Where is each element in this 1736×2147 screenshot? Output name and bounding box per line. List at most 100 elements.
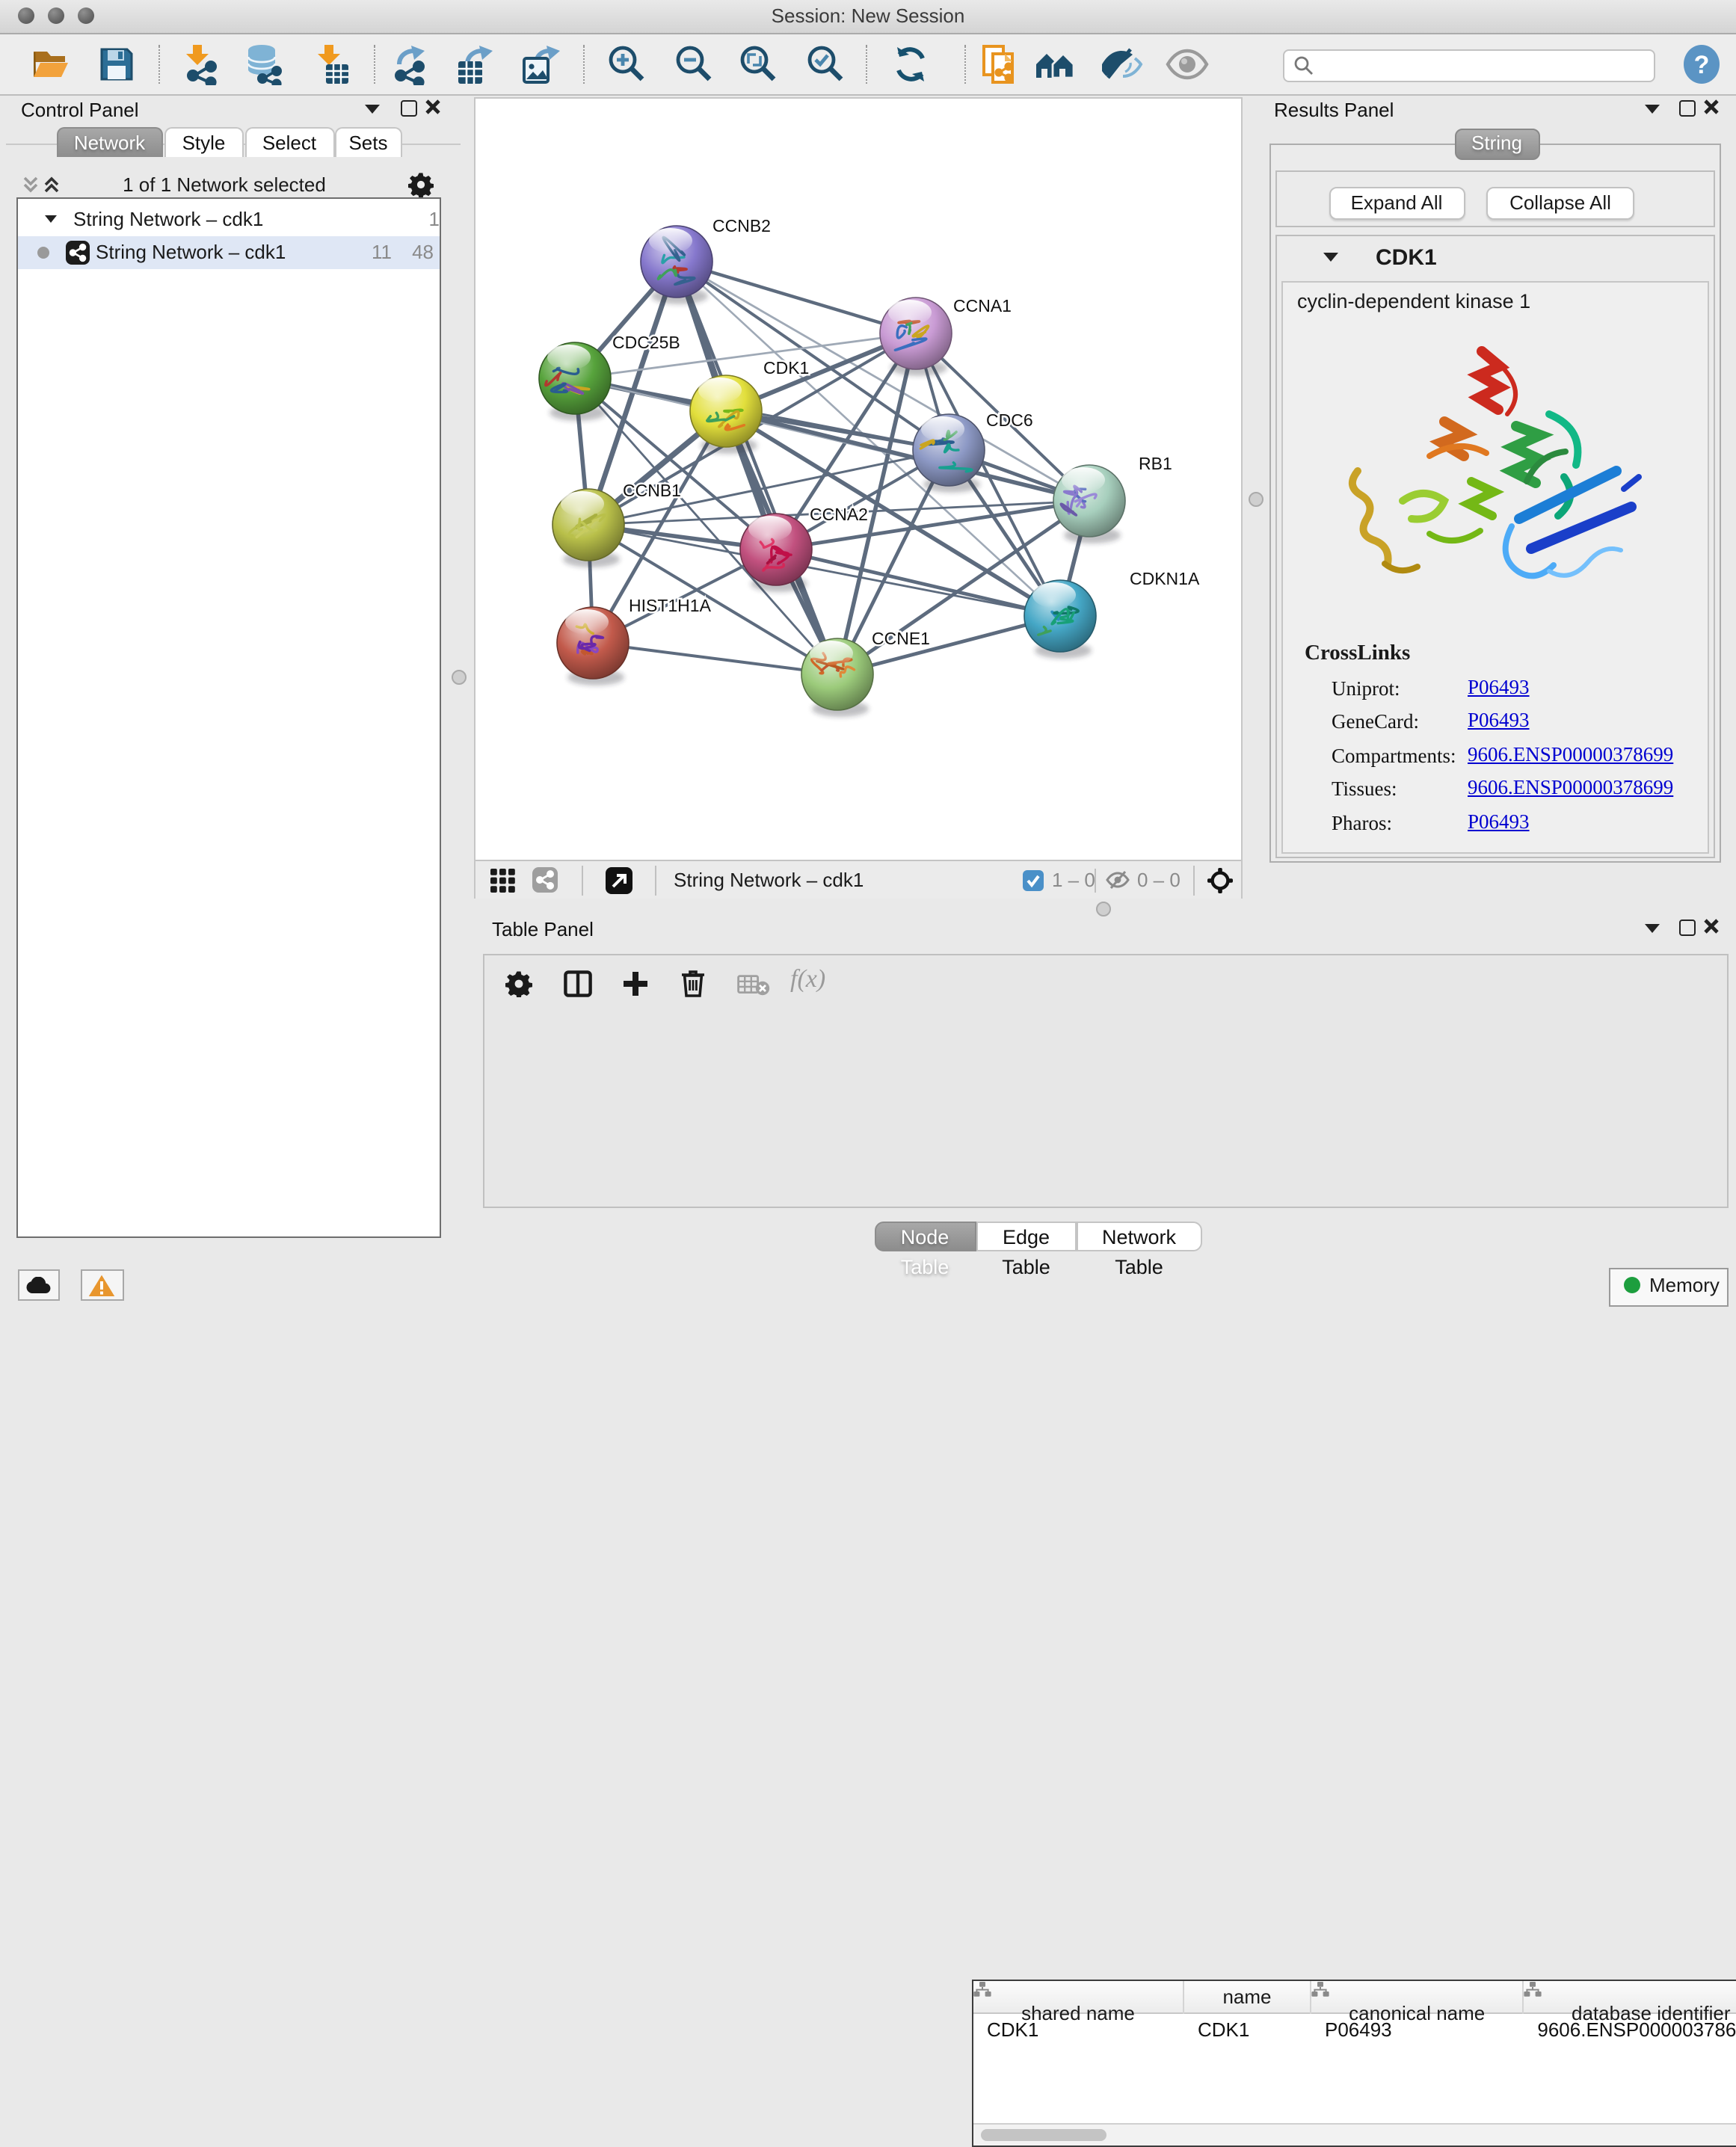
- node-RB1[interactable]: RB1: [1053, 454, 1172, 543]
- results-panel-close-icon[interactable]: [1703, 99, 1720, 115]
- tab-select[interactable]: Select: [244, 126, 334, 156]
- results-panel-float-icon[interactable]: [1645, 105, 1660, 114]
- column-header-sharedname[interactable]: shared name: [973, 1981, 1184, 2014]
- cell-databaseidentifier[interactable]: 9606.ENSP00000378699: [1524, 2014, 1736, 2047]
- node-HIST1H1A[interactable]: HIST1H1A: [556, 596, 711, 686]
- delete-column-icon[interactable]: [680, 968, 705, 997]
- horizontal-scrollbar[interactable]: [973, 2123, 1736, 2146]
- node-CCNA2[interactable]: CCNA2: [739, 505, 867, 592]
- zoom-out-icon[interactable]: [674, 45, 712, 84]
- svg-text:?: ?: [1694, 51, 1710, 79]
- node-table[interactable]: shared namenamecanonical namedatabase id…: [972, 1980, 1736, 2147]
- crosslink-value[interactable]: 9606.ENSP00000378699: [1468, 742, 1673, 766]
- edge-CDK1-RB1[interactable]: [725, 411, 1089, 501]
- control-panel-maximize-icon[interactable]: [401, 100, 417, 117]
- zoom-fit-icon[interactable]: [738, 45, 777, 84]
- splitter-handle[interactable]: [1096, 901, 1111, 916]
- export-table-icon[interactable]: [455, 43, 496, 85]
- node-CDKN1A[interactable]: CDKN1A: [1024, 569, 1199, 659]
- table-settings-gear-icon[interactable]: [505, 970, 532, 997]
- cell-name[interactable]: CDK1: [1184, 2014, 1311, 2047]
- expand-all-button[interactable]: Expand All: [1329, 186, 1465, 219]
- disclosure-triangle-icon[interactable]: [45, 215, 57, 223]
- export-image-icon[interactable]: [521, 43, 561, 85]
- houses-icon[interactable]: [1033, 46, 1078, 82]
- tab-network[interactable]: Network: [56, 126, 163, 156]
- collapse-all-button[interactable]: Collapse All: [1486, 186, 1634, 219]
- collapse-all-tree-icon[interactable]: [21, 175, 40, 194]
- export-network-icon[interactable]: [392, 43, 431, 85]
- network-status-dot-icon: [37, 247, 49, 259]
- selected-checkbox-icon[interactable]: [1022, 870, 1043, 891]
- edge-CCNA2-CDKN1A[interactable]: [775, 549, 1059, 616]
- window-title: Session: New Session: [0, 0, 1736, 33]
- warning-status-button[interactable]: [81, 1269, 123, 1301]
- gene-disclosure-icon[interactable]: [1323, 253, 1338, 262]
- results-panel-maximize-icon[interactable]: [1679, 100, 1696, 117]
- table-panel-float-icon[interactable]: [1645, 924, 1660, 933]
- show-all-icon[interactable]: [1164, 48, 1209, 81]
- gene-description: cyclin-dependent kinase 1: [1297, 289, 1530, 312]
- crosslink-value[interactable]: P06493: [1468, 810, 1530, 834]
- crosslink-value[interactable]: P06493: [1468, 709, 1530, 733]
- control-panel-float-icon[interactable]: [365, 105, 380, 114]
- add-column-icon[interactable]: [621, 970, 648, 997]
- node-label-CDC25B: CDC25B: [612, 333, 680, 352]
- string-network-icon: [66, 241, 90, 265]
- column-header-databaseidentifier[interactable]: database identifier: [1524, 1981, 1736, 2014]
- save-icon[interactable]: [99, 46, 135, 82]
- splitter-handle[interactable]: [1249, 492, 1263, 507]
- help-icon[interactable]: ?: [1681, 44, 1722, 84]
- import-table-icon[interactable]: [314, 43, 350, 85]
- column-header-name[interactable]: name: [1184, 1981, 1311, 2014]
- splitter-handle[interactable]: [452, 670, 467, 685]
- column-header-canonicalname[interactable]: canonical name: [1311, 1981, 1524, 2014]
- edge-HIST1H1A-CCNE1[interactable]: [592, 643, 837, 674]
- tab-sets[interactable]: Sets: [335, 126, 401, 156]
- network-view-toolbar: String Network – cdk1 1 – 0 0 – 0: [475, 860, 1240, 899]
- zoom-in-icon[interactable]: [607, 45, 646, 84]
- cell-sharedname[interactable]: CDK1: [973, 2014, 1184, 2047]
- network-row-selected[interactable]: String Network – cdk1 11 48: [18, 236, 440, 269]
- node-label-CDK1: CDK1: [763, 358, 808, 378]
- network-collection-label: String Network – cdk1: [73, 203, 263, 236]
- scrollbar-thumb[interactable]: [981, 2128, 1106, 2140]
- show-columns-icon[interactable]: [563, 970, 591, 997]
- refresh-icon[interactable]: [890, 45, 929, 84]
- fit-content-crosshair-icon[interactable]: [1206, 867, 1233, 894]
- tab-node-table[interactable]: Node Table: [874, 1221, 976, 1251]
- hide-selected-icon[interactable]: [1099, 45, 1144, 84]
- table-panel-maximize-icon[interactable]: [1679, 920, 1696, 936]
- control-panel-close-icon[interactable]: [425, 99, 441, 115]
- node-CCNE1[interactable]: CCNE1: [801, 629, 929, 717]
- open-in-window-icon[interactable]: [605, 867, 632, 894]
- table-panel-close-icon[interactable]: [1703, 918, 1720, 934]
- import-database-icon[interactable]: [244, 43, 286, 85]
- edge-CCNB2-CCNA1[interactable]: [676, 262, 915, 333]
- results-tab-string[interactable]: String: [1454, 129, 1539, 159]
- network-view[interactable]: CCNB2CCNA1CDC25BCDK1CDC6RB1CCNB1CCNA2CDK…: [473, 97, 1242, 899]
- memory-button[interactable]: Memory: [1609, 1267, 1728, 1306]
- tab-style[interactable]: Style: [164, 126, 244, 156]
- cell-canonicalname[interactable]: P06493: [1311, 2014, 1524, 2047]
- crosslink-value[interactable]: 9606.ENSP00000378699: [1468, 776, 1673, 800]
- birdseye-grid-icon[interactable]: [490, 869, 515, 893]
- expand-all-tree-icon[interactable]: [42, 175, 61, 194]
- crosslink-value[interactable]: P06493: [1468, 675, 1530, 699]
- gear-icon[interactable]: [408, 172, 434, 197]
- tab-edge-table[interactable]: Edge Table: [976, 1221, 1077, 1251]
- string-network-badge-icon[interactable]: [532, 867, 557, 893]
- import-network-icon[interactable]: [182, 43, 221, 85]
- zoom-selected-icon[interactable]: [805, 45, 844, 84]
- copy-document-icon[interactable]: [981, 43, 1017, 85]
- tab-network-table[interactable]: Network Table: [1077, 1221, 1201, 1251]
- open-folder-icon[interactable]: [31, 47, 71, 81]
- main-toolbar: ?: [0, 34, 1736, 96]
- node-CDC6[interactable]: CDC6: [912, 410, 1032, 493]
- node-CCNB2[interactable]: CCNB2: [640, 216, 770, 304]
- network-collection-row[interactable]: String Network – cdk1 1: [18, 203, 440, 236]
- network-canvas[interactable]: CCNB2CCNA1CDC25BCDK1CDC6RB1CCNB1CCNA2CDK…: [475, 99, 1240, 858]
- cloud-status-button[interactable]: [17, 1269, 60, 1301]
- separator: [1095, 869, 1096, 893]
- search-input[interactable]: [1283, 49, 1655, 81]
